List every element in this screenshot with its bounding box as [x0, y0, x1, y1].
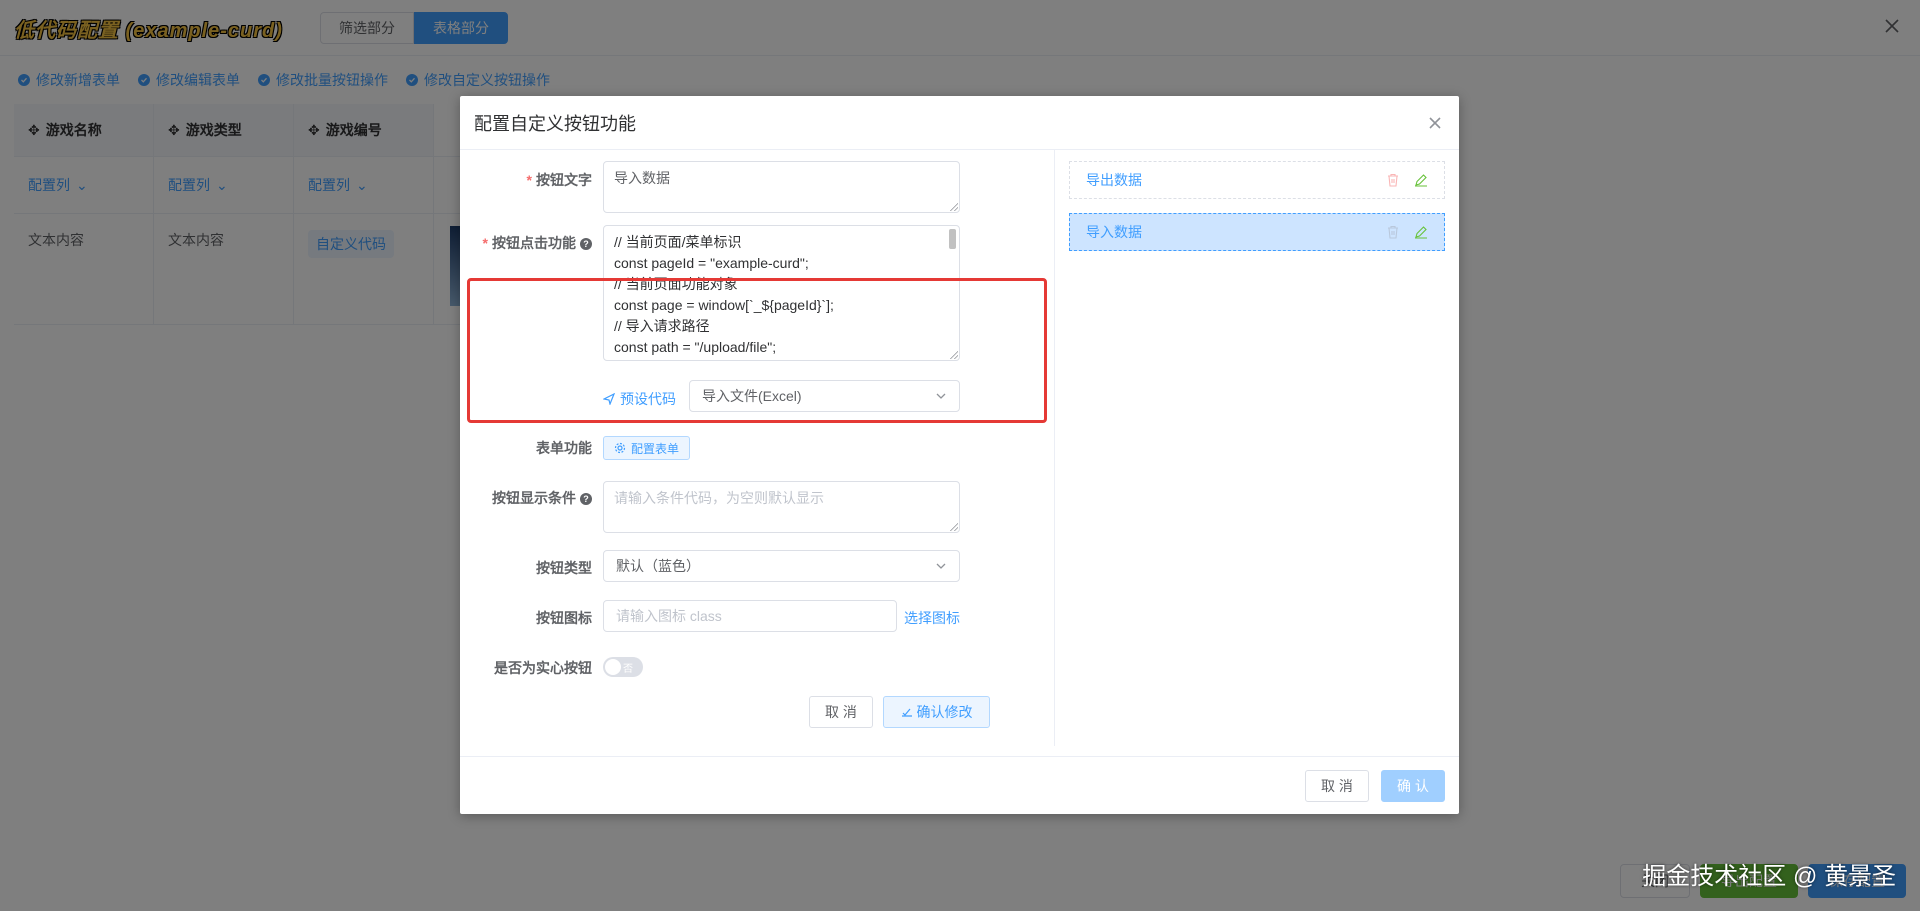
button-text-label: * 按钮文字: [526, 172, 592, 188]
resize-handle[interactable]: [950, 523, 958, 531]
list-item-label: 导出数据: [1086, 172, 1142, 188]
pencil-icon[interactable]: [1414, 225, 1428, 239]
question-circle-icon[interactable]: ?: [580, 238, 592, 250]
solid-button-switch[interactable]: 否: [603, 657, 643, 677]
close-icon[interactable]: [1425, 113, 1445, 133]
config-form-button[interactable]: 配置表单: [603, 436, 691, 460]
button-text-input[interactable]: 导入数据: [603, 161, 960, 213]
button-list-item[interactable]: 导入数据: [1069, 213, 1445, 251]
edit-check-icon: [901, 708, 912, 717]
preset-code-link[interactable]: 预设代码: [603, 389, 676, 409]
list-item-actions: [1386, 173, 1428, 187]
button-click-label: * 按钮点击功能?: [460, 233, 592, 253]
dialog-body: * 按钮文字 导入数据 * 按钮点击功能? // 当前页面/菜单标识 const p…: [460, 150, 1459, 756]
list-item-actions: [1386, 225, 1428, 239]
dialog-cancel-button[interactable]: 取 消: [1305, 770, 1369, 802]
pencil-icon[interactable]: [1414, 173, 1428, 187]
panel-divider: [1054, 150, 1055, 746]
required-mark: *: [482, 235, 488, 251]
dialog-footer: 取 消 确 认: [460, 756, 1459, 814]
button-list-item[interactable]: 导出数据: [1069, 161, 1445, 199]
question-circle-icon[interactable]: ?: [580, 493, 592, 505]
custom-button-dialog: 配置自定义按钮功能 * 按钮文字 导入数据 * 按钮点击功能? // 当前页面/菜单…: [460, 96, 1459, 814]
switch-text: 否: [623, 664, 633, 675]
preset-code-select[interactable]: 导入文件(Excel): [689, 380, 960, 412]
watermark: 掘金技术社区 @ 黄景圣: [1642, 863, 1896, 890]
button-type-select[interactable]: 默认（蓝色）: [603, 550, 960, 582]
chevron-down-icon: [936, 563, 946, 569]
dialog-title: 配置自定义按钮功能: [474, 113, 636, 134]
code-line: // 当前页面/菜单标识: [614, 234, 742, 250]
send-icon: [603, 393, 615, 405]
form-function-label: 表单功能: [536, 440, 592, 456]
resize-handle[interactable]: [950, 203, 958, 211]
choose-icon-link[interactable]: 选择图标: [904, 608, 960, 628]
display-condition-input[interactable]: 请输入条件代码，为空则默认显示: [603, 481, 960, 533]
solid-button-label: 是否为实心按钮: [494, 660, 592, 676]
switch-knob: [605, 659, 621, 675]
trash-icon[interactable]: [1386, 173, 1400, 187]
list-item-label: 导入数据: [1086, 224, 1142, 240]
confirm-edit-button[interactable]: 确认修改: [883, 696, 990, 728]
button-icon-label: 按钮图标: [536, 610, 592, 626]
button-type-label: 按钮类型: [536, 560, 592, 576]
form-cancel-button[interactable]: 取 消: [809, 696, 873, 728]
scrollbar-thumb[interactable]: [949, 229, 956, 249]
display-condition-label: 按钮显示条件?: [460, 488, 592, 508]
dialog-confirm-button[interactable]: 确 认: [1381, 770, 1445, 802]
code-line: const pageId = "example-curd";: [614, 255, 809, 271]
button-icon-input[interactable]: 请输入图标 class: [603, 600, 897, 632]
trash-icon[interactable]: [1386, 225, 1400, 239]
chevron-down-icon: [936, 393, 946, 399]
dialog-header: 配置自定义按钮功能: [460, 96, 1459, 150]
required-mark: *: [526, 172, 532, 188]
gear-icon: [614, 442, 626, 454]
